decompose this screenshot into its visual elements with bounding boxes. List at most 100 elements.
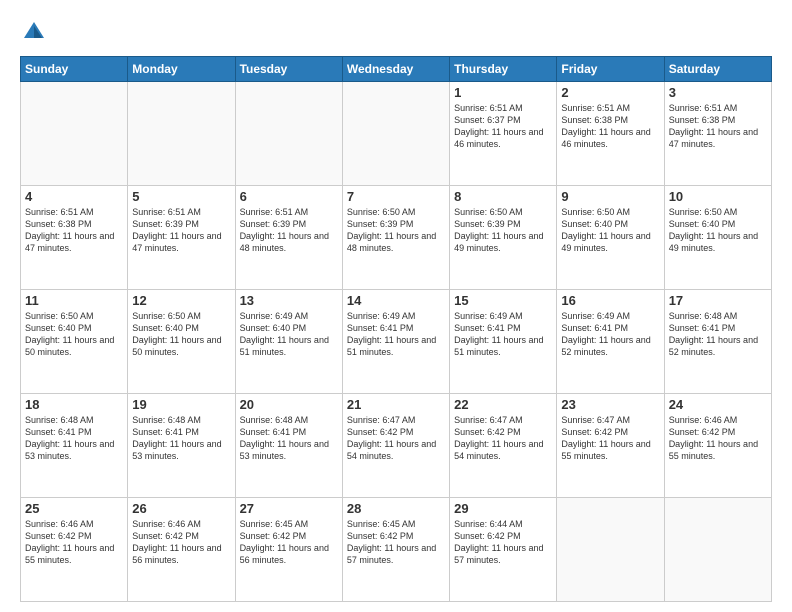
calendar-body: 1 Sunrise: 6:51 AM Sunset: 6:37 PM Daylig…	[21, 82, 772, 602]
day-info: Sunrise: 6:51 AM Sunset: 6:37 PM Dayligh…	[454, 102, 552, 151]
day-number: 1	[454, 85, 552, 100]
day-info: Sunrise: 6:48 AM Sunset: 6:41 PM Dayligh…	[669, 310, 767, 359]
day-number: 2	[561, 85, 659, 100]
day-cell	[557, 498, 664, 602]
calendar-header: SundayMondayTuesdayWednesdayThursdayFrid…	[21, 57, 772, 82]
week-row: 1 Sunrise: 6:51 AM Sunset: 6:37 PM Daylig…	[21, 82, 772, 186]
day-info: Sunrise: 6:50 AM Sunset: 6:40 PM Dayligh…	[561, 206, 659, 255]
day-number: 14	[347, 293, 445, 308]
day-number: 3	[669, 85, 767, 100]
day-cell: 18Sunrise: 6:48 AM Sunset: 6:41 PM Dayli…	[21, 394, 128, 498]
day-cell: 6 Sunrise: 6:51 AM Sunset: 6:39 PM Daylig…	[235, 186, 342, 290]
header-day: Thursday	[450, 57, 557, 82]
day-info: Sunrise: 6:45 AM Sunset: 6:42 PM Dayligh…	[240, 518, 338, 567]
week-row: 18 Sunrise: 6:48 AM Sunset: 6:41 PM Dayli…	[21, 394, 772, 498]
day-info: Sunrise: 6:50 AM Sunset: 6:39 PM Dayligh…	[454, 206, 552, 255]
day-info: Sunrise: 6:51 AM Sunset: 6:39 PM Dayligh…	[132, 206, 230, 255]
week-row: 25Sunrise: 6:46 AM Sunset: 6:42 PM Dayli…	[21, 498, 772, 602]
logo	[20, 18, 52, 46]
day-cell: 21 Sunrise: 6:47 AM Sunset: 6:42 PM Dayli…	[342, 394, 449, 498]
day-info: Sunrise: 6:51 AM Sunset: 6:38 PM Dayligh…	[669, 102, 767, 151]
day-cell: 16 Sunrise: 6:49 AM Sunset: 6:41 PM Dayli…	[557, 290, 664, 394]
day-info: Sunrise: 6:48 AM Sunset: 6:41 PM Dayligh…	[240, 414, 338, 463]
day-info: Sunrise: 6:49 AM Sunset: 6:41 PM Dayligh…	[561, 310, 659, 359]
day-cell: 27Sunrise: 6:45 AM Sunset: 6:42 PM Dayli…	[235, 498, 342, 602]
day-info: Sunrise: 6:44 AM Sunset: 6:42 PM Dayligh…	[454, 518, 552, 567]
day-info: Sunrise: 6:50 AM Sunset: 6:40 PM Dayligh…	[25, 310, 123, 359]
day-cell: 14Sunrise: 6:49 AM Sunset: 6:41 PM Dayli…	[342, 290, 449, 394]
day-info: Sunrise: 6:51 AM Sunset: 6:38 PM Dayligh…	[561, 102, 659, 151]
day-cell: 12Sunrise: 6:50 AM Sunset: 6:40 PM Dayli…	[128, 290, 235, 394]
day-info: Sunrise: 6:46 AM Sunset: 6:42 PM Dayligh…	[132, 518, 230, 567]
header-day: Wednesday	[342, 57, 449, 82]
day-cell	[342, 82, 449, 186]
day-number: 28	[347, 501, 445, 516]
day-info: Sunrise: 6:51 AM Sunset: 6:38 PM Dayligh…	[25, 206, 123, 255]
calendar-table: SundayMondayTuesdayWednesdayThursdayFrid…	[20, 56, 772, 602]
day-number: 10	[669, 189, 767, 204]
day-cell: 19 Sunrise: 6:48 AM Sunset: 6:41 PM Dayli…	[128, 394, 235, 498]
day-cell: 5 Sunrise: 6:51 AM Sunset: 6:39 PM Daylig…	[128, 186, 235, 290]
day-cell: 11 Sunrise: 6:50 AM Sunset: 6:40 PM Dayli…	[21, 290, 128, 394]
day-info: Sunrise: 6:48 AM Sunset: 6:41 PM Dayligh…	[132, 414, 230, 463]
header-day: Friday	[557, 57, 664, 82]
day-info: Sunrise: 6:47 AM Sunset: 6:42 PM Dayligh…	[561, 414, 659, 463]
day-info: Sunrise: 6:49 AM Sunset: 6:41 PM Dayligh…	[454, 310, 552, 359]
day-number: 7	[347, 189, 445, 204]
day-number: 26	[132, 501, 230, 516]
day-number: 9	[561, 189, 659, 204]
day-number: 5	[132, 189, 230, 204]
header-day: Monday	[128, 57, 235, 82]
day-info: Sunrise: 6:51 AM Sunset: 6:39 PM Dayligh…	[240, 206, 338, 255]
day-number: 8	[454, 189, 552, 204]
day-info: Sunrise: 6:50 AM Sunset: 6:39 PM Dayligh…	[347, 206, 445, 255]
header-day: Saturday	[664, 57, 771, 82]
day-number: 17	[669, 293, 767, 308]
header-day: Sunday	[21, 57, 128, 82]
day-cell: 3 Sunrise: 6:51 AM Sunset: 6:38 PM Daylig…	[664, 82, 771, 186]
week-row: 4 Sunrise: 6:51 AM Sunset: 6:38 PM Daylig…	[21, 186, 772, 290]
day-info: Sunrise: 6:46 AM Sunset: 6:42 PM Dayligh…	[669, 414, 767, 463]
logo-icon	[20, 18, 48, 46]
day-number: 4	[25, 189, 123, 204]
day-number: 16	[561, 293, 659, 308]
day-info: Sunrise: 6:47 AM Sunset: 6:42 PM Dayligh…	[347, 414, 445, 463]
day-cell: 8 Sunrise: 6:50 AM Sunset: 6:39 PM Daylig…	[450, 186, 557, 290]
day-cell: 22 Sunrise: 6:47 AM Sunset: 6:42 PM Dayli…	[450, 394, 557, 498]
day-number: 19	[132, 397, 230, 412]
day-cell: 7 Sunrise: 6:50 AM Sunset: 6:39 PM Daylig…	[342, 186, 449, 290]
day-cell: 1 Sunrise: 6:51 AM Sunset: 6:37 PM Daylig…	[450, 82, 557, 186]
day-cell: 24Sunrise: 6:46 AM Sunset: 6:42 PM Dayli…	[664, 394, 771, 498]
day-number: 22	[454, 397, 552, 412]
day-cell: 15 Sunrise: 6:49 AM Sunset: 6:41 PM Dayli…	[450, 290, 557, 394]
header	[20, 18, 772, 46]
day-number: 13	[240, 293, 338, 308]
day-cell: 13 Sunrise: 6:49 AM Sunset: 6:40 PM Dayli…	[235, 290, 342, 394]
day-cell: 9 Sunrise: 6:50 AM Sunset: 6:40 PM Daylig…	[557, 186, 664, 290]
day-number: 15	[454, 293, 552, 308]
day-cell	[664, 498, 771, 602]
header-day: Tuesday	[235, 57, 342, 82]
day-cell	[21, 82, 128, 186]
day-info: Sunrise: 6:49 AM Sunset: 6:40 PM Dayligh…	[240, 310, 338, 359]
day-info: Sunrise: 6:46 AM Sunset: 6:42 PM Dayligh…	[25, 518, 123, 567]
day-number: 20	[240, 397, 338, 412]
day-number: 18	[25, 397, 123, 412]
day-cell: 28 Sunrise: 6:45 AM Sunset: 6:42 PM Dayli…	[342, 498, 449, 602]
day-cell: 17 Sunrise: 6:48 AM Sunset: 6:41 PM Dayli…	[664, 290, 771, 394]
day-number: 23	[561, 397, 659, 412]
day-number: 21	[347, 397, 445, 412]
day-cell: 2 Sunrise: 6:51 AM Sunset: 6:38 PM Daylig…	[557, 82, 664, 186]
day-info: Sunrise: 6:45 AM Sunset: 6:42 PM Dayligh…	[347, 518, 445, 567]
day-info: Sunrise: 6:47 AM Sunset: 6:42 PM Dayligh…	[454, 414, 552, 463]
week-row: 11 Sunrise: 6:50 AM Sunset: 6:40 PM Dayli…	[21, 290, 772, 394]
day-number: 6	[240, 189, 338, 204]
day-cell: 26 Sunrise: 6:46 AM Sunset: 6:42 PM Dayli…	[128, 498, 235, 602]
day-cell: 4 Sunrise: 6:51 AM Sunset: 6:38 PM Daylig…	[21, 186, 128, 290]
day-cell: 25Sunrise: 6:46 AM Sunset: 6:42 PM Dayli…	[21, 498, 128, 602]
day-number: 11	[25, 293, 123, 308]
page: SundayMondayTuesdayWednesdayThursdayFrid…	[0, 0, 792, 612]
day-cell: 10Sunrise: 6:50 AM Sunset: 6:40 PM Dayli…	[664, 186, 771, 290]
day-cell: 23 Sunrise: 6:47 AM Sunset: 6:42 PM Dayli…	[557, 394, 664, 498]
day-number: 12	[132, 293, 230, 308]
